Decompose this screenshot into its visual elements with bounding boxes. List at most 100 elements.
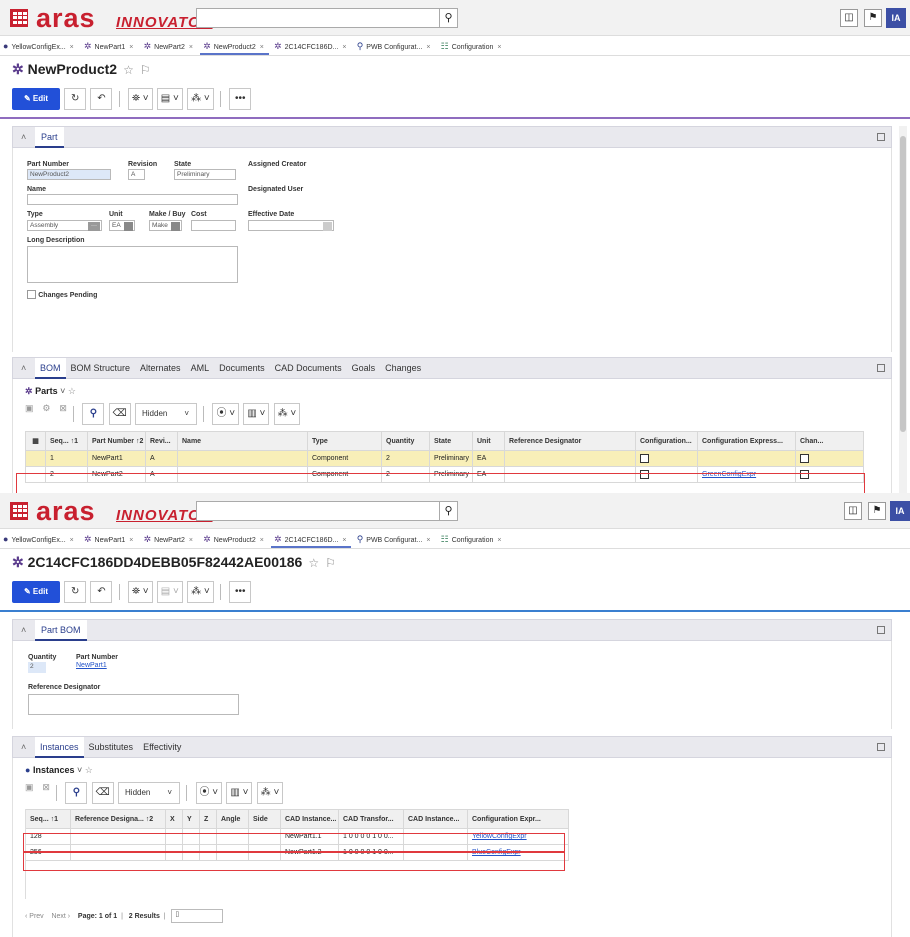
tab-item[interactable]: ⚲ PWB Configurat... × — [354, 530, 436, 548]
tab-aml[interactable]: AML — [186, 358, 215, 379]
close-icon[interactable]: × — [342, 44, 346, 51]
close-icon[interactable]: × — [70, 537, 74, 544]
tab-substitutes[interactable]: Substitutes — [84, 737, 139, 758]
checkbox[interactable] — [27, 290, 36, 300]
col-header[interactable]: Chan... — [795, 431, 864, 451]
col-header[interactable]: Revi... — [145, 431, 178, 451]
collapse-icon[interactable]: ˄ — [21, 742, 26, 752]
clipboard-icon[interactable]: ▤ ˅ — [156, 581, 183, 603]
make-buy-select[interactable]: Make — [149, 220, 182, 231]
col-header[interactable]: Seq... ↑1 — [45, 431, 88, 451]
app-menu-icon[interactable] — [10, 502, 28, 520]
tab-item[interactable]: ✲ NewProduct2 × — [200, 530, 269, 548]
new-row-icon[interactable]: ▣ — [25, 403, 34, 413]
cell[interactable] — [504, 450, 636, 467]
col-header[interactable]: CAD Instance... — [280, 809, 339, 829]
tab-item[interactable]: ✲ NewPart1 × — [81, 37, 138, 55]
maximize-icon[interactable] — [877, 626, 885, 634]
star-icon[interactable]: ☆ — [68, 386, 76, 396]
col-header[interactable]: Reference Designa... ↑2 — [70, 809, 166, 829]
col-header[interactable]: Type — [307, 431, 382, 451]
tab-item[interactable]: ☷ Configuration × — [438, 37, 507, 55]
undo-icon[interactable]: ↶ — [90, 581, 113, 603]
name-field[interactable] — [27, 194, 238, 205]
grid-title[interactable]: ✲ Parts ˅ ☆ — [25, 386, 76, 397]
close-icon[interactable]: × — [260, 537, 264, 544]
collapse-icon[interactable]: ˄ — [21, 625, 26, 635]
structure-icon[interactable]: ⛯ ˅ — [127, 88, 153, 110]
col-header[interactable]: CAD Instance... — [403, 809, 468, 829]
search-input[interactable]: ⚲ — [196, 501, 458, 521]
col-header[interactable]: CAD Transfor... — [338, 809, 404, 829]
cell[interactable] — [635, 450, 698, 467]
state-field[interactable]: Preliminary — [174, 169, 236, 180]
close-icon[interactable]: × — [342, 537, 346, 544]
long-description-field[interactable] — [27, 246, 238, 283]
delete-row-icon[interactable]: ⊠ — [42, 782, 50, 792]
scroll-thumb[interactable] — [900, 136, 906, 432]
close-icon[interactable]: × — [497, 44, 501, 51]
tab-item-active[interactable]: ✲ NewProduct2 × — [200, 37, 269, 55]
cell[interactable]: Preliminary — [429, 450, 473, 467]
edit-button[interactable]: ✎ Edit — [12, 581, 60, 603]
star-icon[interactable]: ☆ — [123, 63, 134, 77]
filter-select[interactable]: Hidden ˅ — [135, 403, 197, 425]
part-number-link[interactable]: NewPart1 — [76, 662, 107, 669]
tab-instances[interactable]: Instances — [35, 737, 84, 758]
tab-item[interactable]: ✲ NewPart2 × — [141, 530, 198, 548]
ellipsis-icon[interactable]: ··· — [88, 222, 100, 231]
notifications-icon[interactable]: ⚑ — [868, 502, 886, 520]
app-menu-icon[interactable] — [10, 9, 28, 27]
tab-item[interactable]: ⚲ PWB Configurat... × — [354, 37, 436, 55]
close-icon[interactable]: × — [189, 44, 193, 51]
checkbox[interactable] — [640, 454, 649, 463]
tab-item[interactable]: ● YellowConfigEx... × — [0, 530, 79, 548]
col-header[interactable]: Unit — [472, 431, 505, 451]
close-icon[interactable]: × — [129, 537, 133, 544]
cell[interactable] — [697, 450, 796, 467]
col-header[interactable]: Configuration Express... — [697, 431, 796, 451]
collapse-icon[interactable]: ˄ — [21, 132, 26, 142]
cost-field[interactable] — [191, 220, 236, 231]
share-icon[interactable]: ⁂ ˅ — [187, 581, 214, 603]
pick-icon[interactable]: ⚙ — [42, 403, 50, 413]
search-icon[interactable]: ⚲ — [65, 782, 88, 804]
tab-part[interactable]: Part — [35, 127, 64, 148]
col-header[interactable]: Configuration Expr... — [467, 809, 569, 829]
close-icon[interactable]: × — [70, 44, 74, 51]
maximize-icon[interactable] — [877, 364, 885, 372]
flag-icon[interactable]: ⚐ — [140, 63, 151, 77]
clear-icon[interactable]: ⌫ — [108, 403, 131, 425]
col-header[interactable]: Configuration... — [635, 431, 698, 451]
col-header[interactable]: Part Number ↑2 — [87, 431, 146, 451]
filter-select[interactable]: Hidden ˅ — [118, 782, 181, 804]
maximize-icon[interactable] — [877, 133, 885, 141]
columns-icon[interactable]: ▥ ˅ — [226, 782, 253, 804]
tab-effectivity[interactable]: Effectivity — [138, 737, 186, 758]
clipboard-icon[interactable]: ▤ ˅ — [156, 88, 183, 110]
tab-bom-structure[interactable]: BOM Structure — [66, 358, 136, 379]
col-header[interactable]: Name — [177, 431, 308, 451]
tab-item-active[interactable]: ✲ 2C14CFC186D... × — [271, 530, 352, 548]
tab-changes[interactable]: Changes — [380, 358, 426, 379]
edit-button[interactable]: ✎ Edit — [12, 88, 60, 110]
collapse-icon[interactable]: ˄ — [21, 363, 26, 373]
cell[interactable]: A — [145, 450, 178, 467]
close-icon[interactable]: × — [260, 44, 264, 51]
page-size-icon[interactable]: ▯ — [171, 909, 224, 923]
next-button[interactable]: Next › — [51, 913, 70, 920]
tab-item[interactable]: ✲ NewPart2 × — [141, 37, 198, 55]
close-icon[interactable]: × — [497, 537, 501, 544]
search-icon[interactable]: ⚲ — [82, 403, 105, 425]
select-all-icon[interactable]: ▦ — [25, 431, 46, 451]
col-header[interactable]: State — [429, 431, 473, 451]
col-header[interactable]: Angle — [216, 809, 249, 829]
type-field[interactable]: Assembly ··· — [27, 220, 102, 231]
chevron-down-icon[interactable]: ˅ — [77, 765, 82, 775]
tab-item[interactable]: ✲ NewPart1 × — [81, 530, 138, 548]
share-icon[interactable]: ⁂ ˅ — [256, 782, 284, 804]
calendar-icon[interactable] — [323, 222, 332, 231]
undo-icon[interactable]: ↶ — [90, 88, 113, 110]
close-icon[interactable]: × — [189, 537, 193, 544]
new-row-icon[interactable]: ▣ — [25, 782, 34, 792]
